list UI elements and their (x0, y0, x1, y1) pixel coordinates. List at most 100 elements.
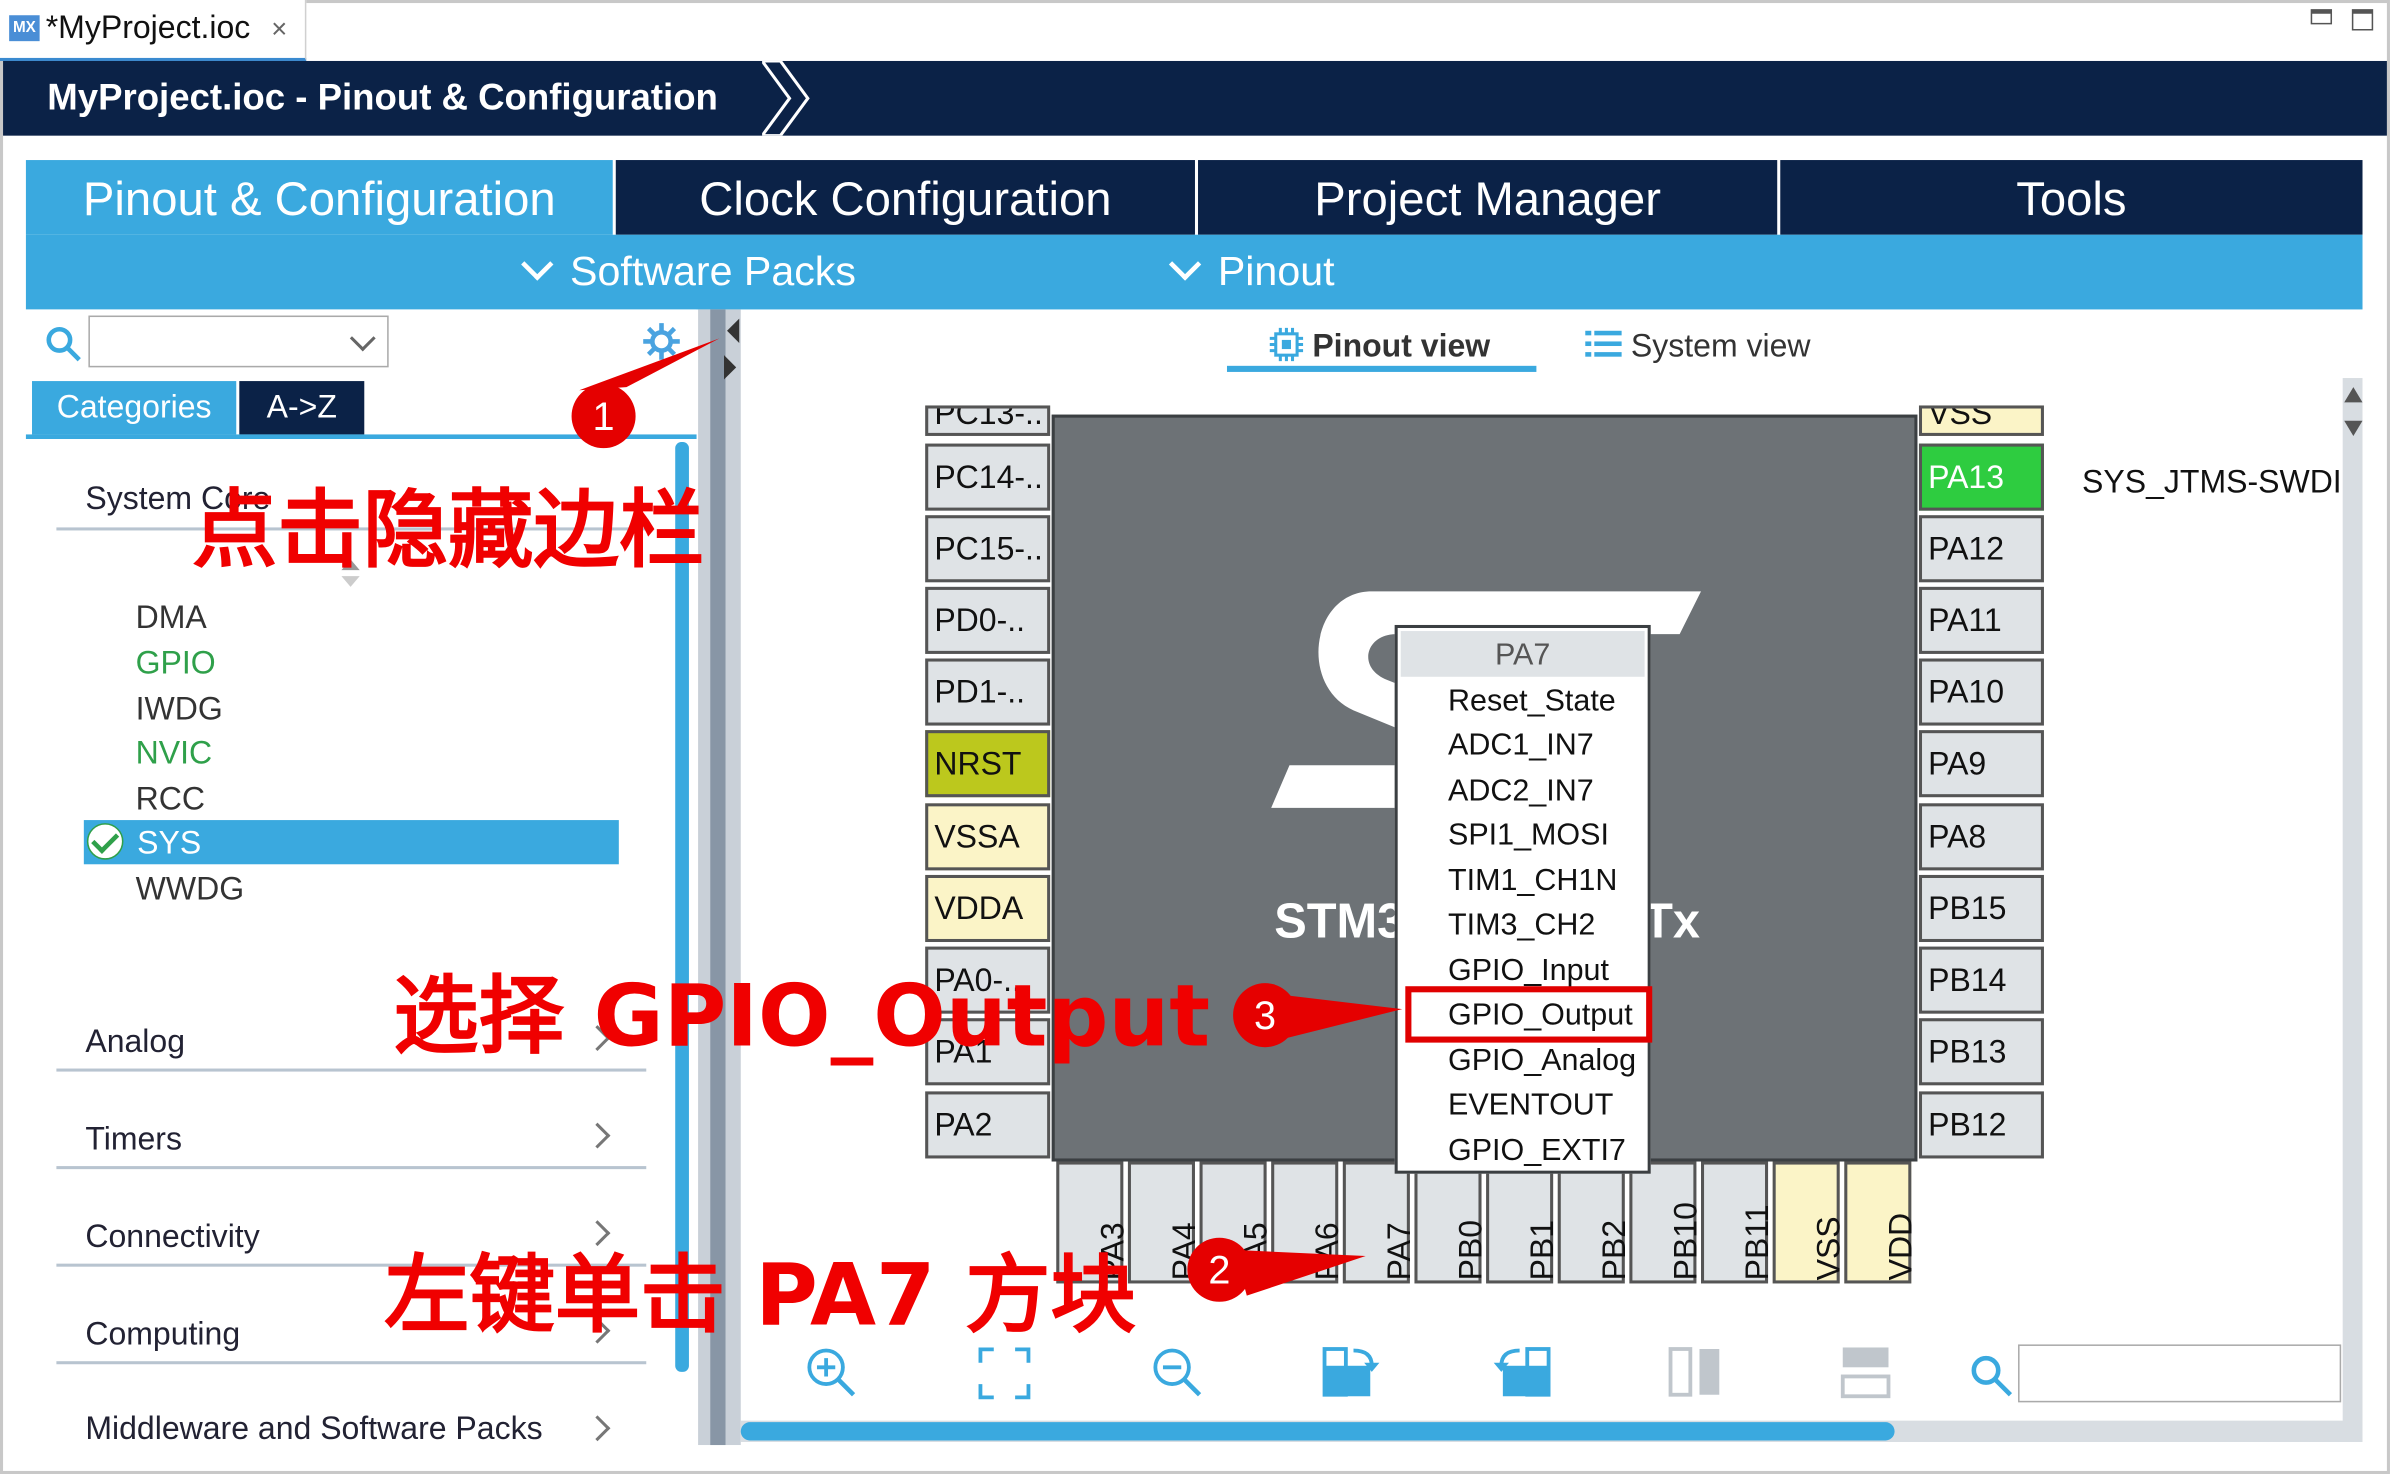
pinout-menu[interactable]: Pinout (1168, 248, 1335, 295)
tab-tools[interactable]: Tools (1780, 160, 2363, 235)
rotate-left-icon[interactable] (1492, 1344, 1553, 1402)
search-icon[interactable] (1969, 1354, 2015, 1400)
pin-pb10[interactable]: PB10 (1629, 1161, 1704, 1284)
pin-vdd-bottom[interactable]: VDD (1844, 1161, 1919, 1284)
horizontal-scrollbar[interactable] (740, 1420, 2363, 1442)
pin-pb14[interactable]: PB14 (1918, 946, 2044, 1014)
pin-pc14[interactable]: PC14-.. (925, 443, 1051, 511)
tab-pinout-view[interactable]: Pinout view (1269, 327, 1490, 366)
flip-horizontal-icon[interactable] (1838, 1344, 1893, 1399)
pin-pb0[interactable]: PB0 (1414, 1161, 1489, 1284)
active-view-underline (1226, 365, 1537, 372)
tab-a-z[interactable]: A->Z (239, 381, 365, 435)
highlight-box (1405, 986, 1653, 1043)
pin-pa7[interactable]: PA7 (1342, 1161, 1418, 1284)
menu-item-spi1-mosi[interactable]: SPI1_MOSI (1448, 819, 1609, 854)
peripheral-gpio[interactable]: GPIO (136, 646, 216, 683)
fit-screen-icon[interactable] (978, 1347, 1031, 1400)
pin-pa8[interactable]: PA8 (1918, 803, 2044, 871)
maximize-icon[interactable] (2351, 9, 2374, 31)
annotation-number-2: 2 (1208, 1246, 1231, 1293)
search-input[interactable] (88, 315, 389, 368)
menu-item-reset-state[interactable]: Reset_State (1448, 684, 1616, 719)
pin-vssa[interactable]: VSSA (925, 803, 1051, 871)
tab-pinout-configuration[interactable]: Pinout & Configuration (25, 160, 613, 235)
close-tab-icon[interactable]: × (271, 14, 287, 46)
collapse-left-icon[interactable] (727, 318, 740, 343)
pin-pd1[interactable]: PD1-.. (925, 658, 1051, 726)
pin-search-input[interactable] (2018, 1344, 2342, 1403)
chevron-down-icon[interactable] (349, 325, 376, 352)
search-icon[interactable] (46, 326, 83, 363)
tab-categories[interactable]: Categories (32, 381, 237, 435)
scroll-up-icon[interactable] (2344, 387, 2363, 403)
mx-logo-icon: MX (9, 15, 40, 42)
pin-nrst[interactable]: NRST (925, 730, 1051, 798)
annotation-number-3: 3 (1254, 992, 1277, 1039)
pin-vss-top[interactable]: VSS (1918, 405, 2044, 436)
menu-item-eventout[interactable]: EVENTOUT (1448, 1088, 1613, 1123)
gear-icon[interactable] (640, 320, 683, 363)
pin-pa11[interactable]: PA11 (1918, 586, 2044, 654)
scroll-down-icon[interactable] (2344, 420, 2363, 436)
pin-pa2[interactable]: PA2 (925, 1091, 1051, 1159)
pin-pb1[interactable]: PB1 (1486, 1161, 1561, 1284)
software-packs-menu[interactable]: Software Packs (521, 248, 856, 295)
menu-item-gpio-exti7[interactable]: GPIO_EXTI7 (1448, 1134, 1626, 1169)
menu-item-adc1-in7[interactable]: ADC1_IN7 (1448, 729, 1594, 764)
pin-pb12[interactable]: PB12 (1918, 1091, 2044, 1159)
pin-pc13[interactable]: PC13-.. (925, 405, 1051, 436)
category-timers[interactable]: Timers (85, 1122, 182, 1159)
peripheral-rcc[interactable]: RCC (136, 782, 205, 819)
breadcrumb-label[interactable]: MyProject.ioc - Pinout & Configuration (47, 78, 718, 121)
peripheral-dma[interactable]: DMA (136, 601, 207, 638)
file-tab[interactable]: MX *MyProject.ioc × (0, 0, 307, 61)
menu-item-gpio-analog[interactable]: GPIO_Analog (1448, 1044, 1636, 1079)
category-analog[interactable]: Analog (85, 1024, 185, 1061)
flip-vertical-icon[interactable] (1667, 1344, 1722, 1399)
category-connectivity[interactable]: Connectivity (85, 1219, 259, 1256)
menu-item-adc2-in7[interactable]: ADC2_IN7 (1448, 774, 1594, 809)
pin-pa13[interactable]: PA13 (1918, 443, 2044, 511)
pin-pb15[interactable]: PB15 (1918, 874, 2044, 943)
tab-clock-configuration[interactable]: Clock Configuration (615, 160, 1195, 235)
tab-system-view[interactable]: System view (1585, 328, 1811, 366)
peripheral-iwdg[interactable]: IWDG (136, 692, 223, 729)
menu-item-tim3-ch2[interactable]: TIM3_CH2 (1448, 908, 1595, 943)
pin-pb11[interactable]: PB11 (1701, 1161, 1776, 1284)
minimize-icon[interactable] (2310, 9, 2333, 25)
list-icon (1585, 330, 1622, 357)
pin-vss-bottom[interactable]: VSS (1772, 1161, 1847, 1284)
peripheral-nvic[interactable]: NVIC (136, 736, 212, 773)
tab-project-manager[interactable]: Project Manager (1198, 160, 1778, 235)
menu-item-gpio-input[interactable]: GPIO_Input (1448, 954, 1609, 989)
chip-part-number: STM3 (1274, 893, 1405, 949)
pin-vdda[interactable]: VDDA (925, 874, 1051, 943)
pin-pa9[interactable]: PA9 (1918, 730, 2044, 798)
chevron-down-icon (1168, 248, 1202, 281)
annotation-step1-text: 点击隐藏边栏 (192, 481, 705, 581)
pin-pb2[interactable]: PB2 (1557, 1161, 1632, 1284)
chip-icon (1269, 327, 1304, 362)
rotate-right-icon[interactable] (1320, 1344, 1381, 1402)
scrollbar-thumb[interactable] (740, 1422, 1895, 1441)
software-packs-label: Software Packs (570, 248, 856, 295)
peripheral-sys[interactable]: SYS (137, 826, 201, 863)
pin-pd0[interactable]: PD0-.. (925, 586, 1051, 654)
pin-pc15[interactable]: PC15-.. (925, 515, 1051, 583)
menu-item-tim1-ch1n[interactable]: TIM1_CH1N (1448, 864, 1617, 899)
vertical-scrollbar[interactable] (2342, 378, 2363, 1430)
pin-pa10[interactable]: PA10 (1918, 658, 2044, 726)
pin-pa12[interactable]: PA12 (1918, 515, 2044, 583)
file-tab-label: *MyProject.ioc (45, 10, 251, 46)
pin-pa6[interactable]: PA6 (1271, 1161, 1346, 1284)
expand-right-icon[interactable] (723, 355, 737, 380)
category-computing[interactable]: Computing (85, 1317, 240, 1354)
category-middleware[interactable]: Middleware and Software Packs (85, 1412, 542, 1441)
pin-pa4[interactable]: PA4 (1127, 1161, 1203, 1284)
peripheral-wwdg[interactable]: WWDG (136, 872, 244, 909)
pin-pb13[interactable]: PB13 (1918, 1018, 2044, 1086)
zoom-in-icon[interactable] (803, 1344, 858, 1399)
zoom-out-icon[interactable] (1149, 1344, 1204, 1399)
sub-menu-bar: Software Packs Pinout (25, 234, 2363, 310)
